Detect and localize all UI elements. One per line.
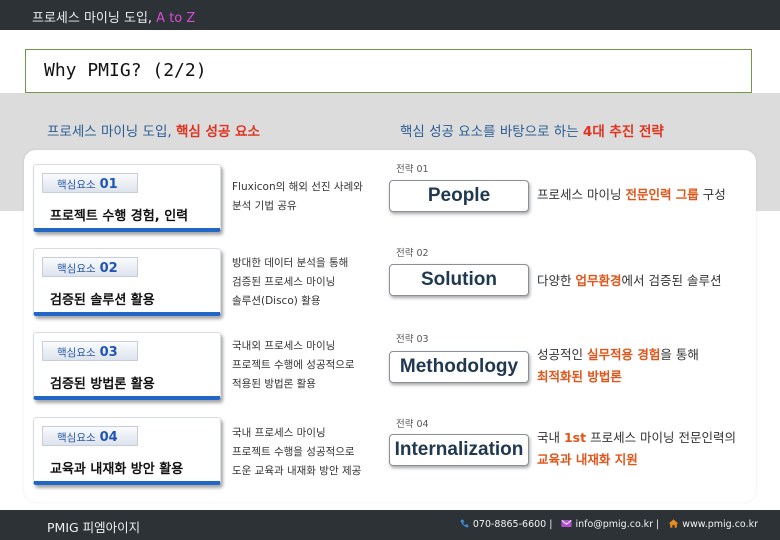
strategy-label-1: 전략 01 — [396, 164, 429, 175]
factor-desc-2: 방대한 데이터 분석을 통해 검증된 프로세스 마이닝 솔루션(Disco) 활… — [232, 254, 348, 311]
right-heading-text: 핵심 성공 요소를 바탕으로 하는 — [400, 124, 583, 140]
factor-title: 검증된 방법론 활용 — [50, 377, 155, 392]
factor-tag-label: 핵심요소 — [57, 263, 96, 275]
factor-title: 검증된 솔루션 활용 — [50, 293, 155, 308]
strategy-pill-internalization: Internalization — [389, 434, 529, 466]
factor-number: 03 — [99, 345, 118, 360]
left-heading-highlight: 핵심 성공 요소 — [175, 124, 260, 140]
strategy-desc-2: 다양한 업무환경에서 검증된 솔루션 — [537, 270, 721, 292]
strategy-desc-3: 성공적인 실무적용 경험을 통해 최적화된 방법론 — [537, 344, 699, 388]
desc-line: 검증된 프로세스 마이닝 — [232, 276, 336, 288]
strategy-highlight: 교육과 내재화 지원 — [537, 452, 638, 467]
footer-brand: PMIG 피엠아이지 — [47, 520, 141, 535]
desc-line: 도운 교육과 내재화 방안 제공 — [232, 465, 362, 477]
factor-desc-3: 국내외 프로세스 마이닝 프로젝트 수행에 성공적으로 적용된 방법론 활용 — [232, 337, 355, 394]
strategy-desc-1: 프로세스 마이닝 전문인력 그룹 구성 — [537, 184, 726, 206]
desc-line: 솔루션(Disco) 활용 — [232, 295, 321, 307]
strategy-text: 다양한 — [537, 273, 576, 288]
strategy-label-2: 전략 02 — [396, 248, 429, 259]
factor-card-2: 핵심요소 02 검증된 솔루션 활용 — [33, 248, 221, 316]
strategy-text: 프로세스 마이닝 — [537, 187, 626, 202]
strategy-text: 성공적인 — [537, 347, 587, 362]
desc-line: 프로젝트 수행을 성공적으로 — [232, 446, 355, 458]
slide-title: Why PMIG? (2/2) — [44, 60, 207, 81]
desc-line: Fluxicon의 해외 선진 사례와 — [232, 181, 363, 193]
top-bar-accent: A to Z — [156, 11, 196, 26]
right-heading: 핵심 성공 요소를 바탕으로 하는 4대 추진 전략 — [400, 120, 664, 140]
footer-email: info@pmig.co.kr — [575, 519, 654, 530]
footer-bar: PMIG 피엠아이지 070-8865-6600 | info@pmig.co.k… — [0, 510, 780, 540]
strategy-highlight: 전문인력 그룹 — [625, 187, 699, 202]
desc-line: 국내외 프로세스 마이닝 — [232, 340, 336, 352]
desc-line: 국내 프로세스 마이닝 — [232, 427, 326, 439]
strategy-highlight: 업무환경 — [575, 273, 622, 288]
desc-line: 분석 기법 공유 — [232, 200, 297, 212]
strategy-text: 을 통해 — [660, 347, 699, 362]
right-heading-highlight: 4대 추진 전략 — [582, 124, 664, 140]
factor-tag: 핵심요소 03 — [42, 341, 138, 361]
factor-number: 01 — [99, 177, 118, 192]
factor-tag-label: 핵심요소 — [57, 432, 96, 444]
factor-tag: 핵심요소 01 — [42, 173, 138, 193]
factor-number: 02 — [99, 261, 118, 276]
strategy-text: 구성 — [698, 187, 726, 202]
phone-icon — [460, 519, 469, 528]
top-bar: 프로세스 마이닝 도입, A to Z — [0, 0, 780, 30]
left-heading-text: 프로세스 마이닝 도입, — [47, 124, 176, 140]
strategy-highlight: 1st — [563, 430, 587, 445]
home-icon — [668, 519, 679, 528]
strategy-text: 에서 검증된 솔루션 — [621, 273, 722, 288]
footer-separator: | — [656, 519, 660, 530]
footer-separator: | — [549, 519, 553, 530]
factor-number: 04 — [99, 430, 118, 445]
factor-title: 프로젝트 수행 경험, 인력 — [50, 209, 189, 224]
strategy-pill-solution: Solution — [389, 264, 529, 296]
footer-website: www.pmig.co.kr — [682, 519, 758, 530]
slide-title-box: Why PMIG? (2/2) — [25, 49, 752, 93]
left-heading: 프로세스 마이닝 도입, 핵심 성공 요소 — [47, 120, 260, 140]
footer-phone: 070-8865-6600 — [472, 519, 547, 530]
footer-contacts: 070-8865-6600 | info@pmig.co.kr | www.pmig… — [459, 519, 758, 530]
strategy-desc-4: 국내 1st 프로세스 마이닝 전문인력의 교육과 내재화 지원 — [537, 427, 736, 471]
factor-card-4: 핵심요소 04 교육과 내재화 방안 활용 — [33, 417, 221, 485]
strategy-label-4: 전략 04 — [396, 419, 429, 430]
strategy-label-3: 전략 03 — [396, 334, 429, 345]
factor-tag: 핵심요소 04 — [42, 426, 138, 446]
factor-desc-4: 국내 프로세스 마이닝 프로젝트 수행을 성공적으로 도운 교육과 내재화 방안… — [232, 424, 361, 481]
strategy-pill-methodology: Methodology — [389, 351, 529, 383]
desc-line: 방대한 데이터 분석을 통해 — [232, 257, 349, 269]
top-bar-title: 프로세스 마이닝 도입, — [32, 11, 157, 26]
factor-tag-label: 핵심요소 — [57, 347, 96, 359]
factor-card-3: 핵심요소 03 검증된 방법론 활용 — [33, 332, 221, 400]
factor-card-1: 핵심요소 01 프로젝트 수행 경험, 인력 — [33, 164, 221, 232]
strategy-pill-people: People — [389, 180, 529, 212]
strategy-highlight: 최적화된 방법론 — [537, 369, 622, 384]
desc-line: 적용된 방법론 활용 — [232, 378, 316, 390]
desc-line: 프로젝트 수행에 성공적으로 — [232, 359, 355, 371]
factor-tag-label: 핵심요소 — [57, 179, 96, 191]
strategy-text: 프로세스 마이닝 전문인력의 — [586, 430, 737, 445]
strategy-highlight: 실무적용 경험 — [586, 347, 661, 362]
strategy-text: 국내 — [537, 430, 564, 445]
factor-desc-1: Fluxicon의 해외 선진 사례와 분석 기법 공유 — [232, 178, 363, 216]
factor-title: 교육과 내재화 방안 활용 — [50, 462, 184, 477]
factor-tag: 핵심요소 02 — [42, 257, 138, 277]
mail-icon — [561, 519, 573, 528]
